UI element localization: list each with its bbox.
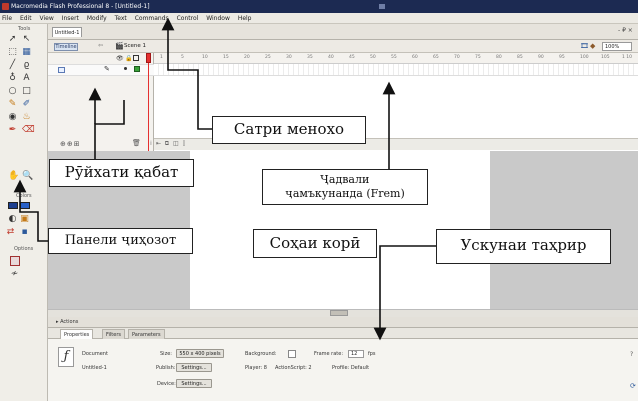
callout-frames-line1: Ҷадвали [320, 173, 370, 186]
callout-tools-panel: Панели ҷиҳозот [48, 228, 193, 254]
callout-stage: Соҳаи корӣ [253, 229, 377, 258]
arrow-tools-panel [13, 179, 48, 242]
callout-layer-list: Рӯйхати қабат [49, 159, 194, 187]
callout-menu-bar: Сатри менохо [212, 116, 366, 144]
callout-frames-table: Ҷадвали ҷамъкунанда (Frem) [262, 169, 428, 205]
callout-edit-bar: Ускунаи таҳрир [436, 229, 611, 264]
arrow-layer-list [94, 100, 125, 159]
arrow-edit-bar [373, 245, 436, 341]
callout-frames-line2: ҷамъкунанда (Frem) [285, 187, 405, 200]
arrow-menu-bar [161, 17, 212, 130]
